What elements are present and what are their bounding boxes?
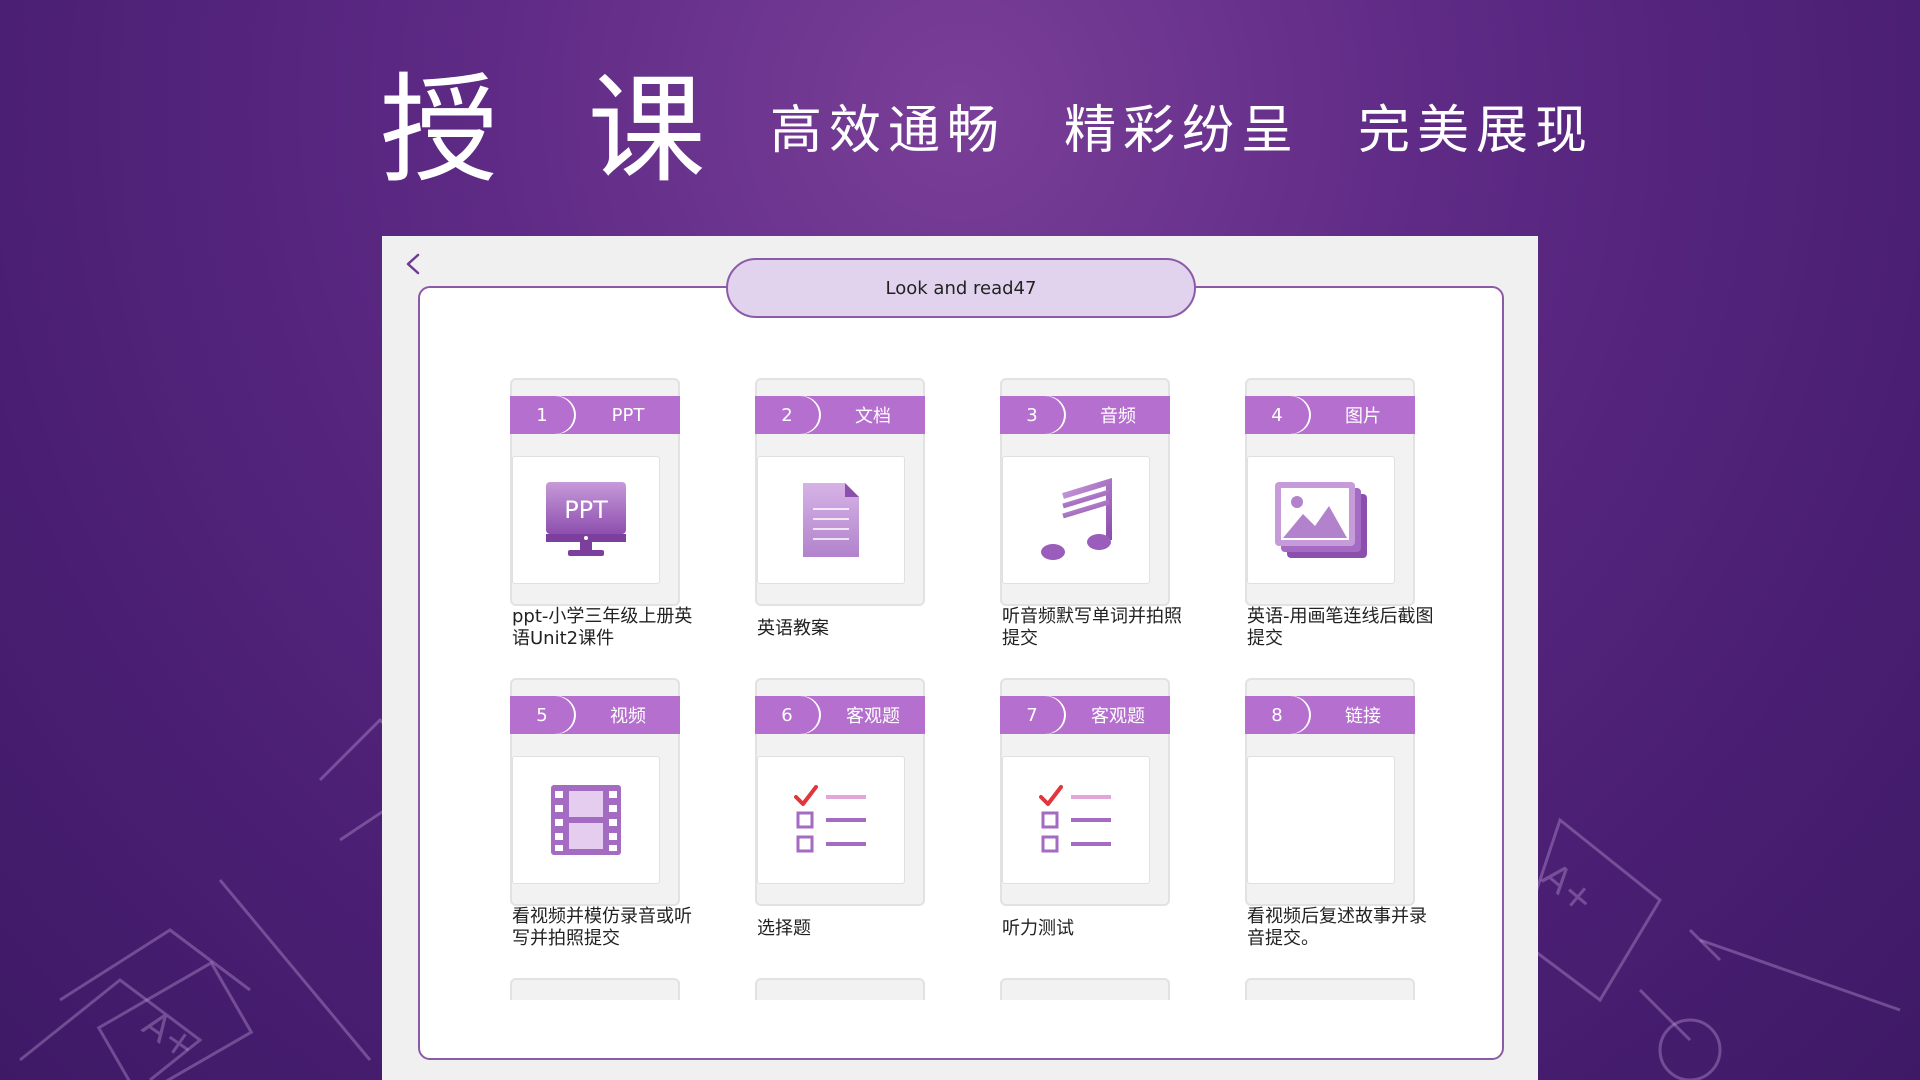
resource-card-4[interactable]: 4 图片 英语-用画笔连线后截图提交: [1245, 378, 1434, 649]
slogan-2: 精彩纷呈: [1064, 101, 1301, 161]
card-number: 1: [510, 396, 574, 434]
card-type-badge: PPT: [576, 396, 680, 434]
music-note-icon: [1041, 478, 1112, 560]
card-type-badge: 客观题: [1066, 696, 1170, 734]
card-caption: 听音频默写单词并拍照提交: [1002, 606, 1182, 649]
card-number: 4: [1245, 396, 1309, 434]
card-thumbnail: [757, 756, 905, 884]
svg-text:A+: A+: [135, 1004, 203, 1069]
resource-card-2[interactable]: 2 文档 英语教案: [755, 378, 925, 639]
card-number: 7: [1000, 696, 1064, 734]
card-caption: 听力测试: [1002, 918, 1074, 939]
resource-card-1[interactable]: 1 PPT PPT ppt-小学三年级上册英语Unit2课件: [510, 378, 692, 649]
resource-card-5[interactable]: 5 视频 看视频并模仿录音或听写并拍照提交: [510, 678, 692, 949]
card-number: 3: [1000, 396, 1064, 434]
chevron-left-icon: [406, 253, 420, 275]
card-number: 8: [1245, 696, 1309, 734]
slogan-3: 完美展现: [1358, 101, 1595, 161]
resource-card-stub[interactable]: [755, 978, 925, 1000]
resource-card-stub[interactable]: [510, 978, 680, 1000]
resource-card-stub[interactable]: [1245, 978, 1415, 1000]
resource-card-6[interactable]: 6 客观题 选择题: [755, 678, 925, 939]
card-type-badge: 文档: [821, 396, 925, 434]
card-thumbnail: PPT: [512, 456, 660, 584]
lesson-panel: 1 PPT PPT ppt-小学三年级上册英语Unit2课件 2 文档 英语教案…: [382, 236, 1538, 1080]
film-strip-icon: [551, 785, 621, 855]
card-type-badge: 链接: [1311, 696, 1415, 734]
resource-card-7[interactable]: 7 客观题 听力测试: [1000, 678, 1170, 939]
card-number: 6: [755, 696, 819, 734]
blank-link-icon: [1247, 756, 1395, 884]
card-type-badge: 客观题: [821, 696, 925, 734]
resource-card-3[interactable]: 3 音频 听音频默写单词并拍照提交: [1000, 378, 1182, 649]
card-type-badge: 视频: [576, 696, 680, 734]
card-number: 5: [510, 696, 574, 734]
card-number: 2: [755, 396, 819, 434]
card-thumbnail: [757, 456, 905, 584]
slogan-row: 高效通畅 精彩纷呈 完美展现: [770, 96, 1594, 166]
card-caption: 英语-用画笔连线后截图提交: [1247, 606, 1434, 649]
card-thumbnail: [1002, 456, 1150, 584]
ppt-thumb-label: PPT: [564, 496, 608, 524]
lesson-title: Look and read47: [726, 258, 1196, 318]
checklist-icon: [794, 785, 866, 853]
card-caption: 看视频后复述故事并录音提交。: [1247, 906, 1427, 949]
card-caption: ppt-小学三年级上册英语Unit2课件: [512, 606, 693, 649]
resource-card-8[interactable]: 8 链接 看视频后复述故事并录音提交。: [1245, 678, 1427, 949]
card-caption: 选择题: [757, 918, 811, 939]
document-icon: [803, 483, 859, 557]
card-type-badge: 图片: [1311, 396, 1415, 434]
picture-icon: [1275, 482, 1367, 558]
back-button[interactable]: [400, 250, 428, 278]
checklist-icon: [1039, 785, 1111, 853]
card-thumbnail: [1247, 456, 1395, 584]
card-type-badge: 音频: [1066, 396, 1170, 434]
card-thumbnail: [512, 756, 660, 884]
resource-card-stub[interactable]: [1000, 978, 1170, 1000]
card-caption: 看视频并模仿录音或听写并拍照提交: [512, 906, 692, 949]
card-caption: 英语教案: [757, 618, 829, 639]
card-thumbnail: [1002, 756, 1150, 884]
slogan-1: 高效通畅: [770, 101, 1007, 161]
ppt-monitor-icon: PPT: [546, 482, 626, 556]
page-title: 授 课: [380, 61, 732, 199]
lesson-frame: 1 PPT PPT ppt-小学三年级上册英语Unit2课件 2 文档 英语教案…: [418, 286, 1504, 1060]
svg-text:A+: A+: [1534, 855, 1602, 922]
